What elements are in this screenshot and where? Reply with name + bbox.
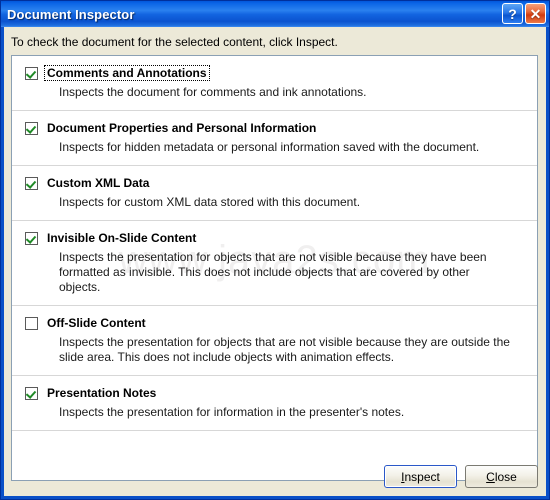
list-item[interactable]: Custom XML Data Inspects for custom XML …	[12, 166, 537, 221]
close-icon[interactable]: ✕	[525, 3, 546, 24]
page-title: Document Inspector	[7, 6, 135, 22]
list-item-header: Document Properties and Personal Informa…	[25, 121, 525, 135]
list-item-description: Inspects the presentation for objects th…	[59, 335, 510, 364]
document-inspector-dialog: Document Inspector ? ✕ To check the docu…	[0, 0, 550, 500]
close-label-rest: lose	[494, 469, 517, 484]
list-item-header: Presentation Notes	[25, 386, 525, 400]
checkbox-document-properties-and-personal-information[interactable]	[25, 122, 38, 135]
inspect-button-label: Inspect	[401, 470, 440, 484]
list-item-header: Custom XML Data	[25, 176, 525, 190]
inspect-button[interactable]: Inspect	[384, 465, 457, 488]
list-item-title[interactable]: Document Properties and Personal Informa…	[45, 121, 318, 135]
inspector-items-panel: www.java2s.com Comments and Annotations …	[11, 55, 538, 481]
close-accelerator: C	[486, 469, 495, 484]
list-item[interactable]: Invisible On-Slide Content Inspects the …	[12, 221, 537, 306]
inspect-label-rest: nspect	[404, 469, 440, 484]
checkbox-off-slide-content[interactable]	[25, 317, 38, 330]
checkbox-comments-and-annotations[interactable]	[25, 67, 38, 80]
title-bar[interactable]: Document Inspector ? ✕	[1, 1, 549, 27]
dialog-body: To check the document for the selected c…	[1, 27, 549, 499]
close-button-label: Close	[486, 470, 517, 484]
instruction-text: To check the document for the selected c…	[11, 35, 338, 49]
list-item[interactable]: Document Properties and Personal Informa…	[12, 111, 537, 166]
list-item-header: Comments and Annotations	[25, 65, 525, 81]
checkbox-invisible-on-slide-content[interactable]	[25, 232, 38, 245]
list-item[interactable]: Comments and Annotations Inspects the do…	[12, 56, 537, 111]
list-item-header: Invisible On-Slide Content	[25, 231, 525, 245]
list-item-title[interactable]: Presentation Notes	[45, 386, 158, 400]
list-item-description: Inspects the presentation for informatio…	[59, 405, 405, 419]
close-button[interactable]: Close	[465, 465, 538, 488]
help-icon[interactable]: ?	[502, 3, 523, 24]
list-item[interactable]: Off-Slide Content Inspects the presentat…	[12, 306, 537, 376]
list-item-description: Inspects for custom XML data stored with…	[59, 195, 361, 209]
inspector-items-list: Comments and Annotations Inspects the do…	[12, 56, 537, 431]
list-item-header: Off-Slide Content	[25, 316, 525, 330]
list-item-description: Inspects for hidden metadata or personal…	[59, 140, 480, 154]
checkbox-presentation-notes[interactable]	[25, 387, 38, 400]
list-item-title[interactable]: Comments and Annotations	[44, 65, 210, 81]
list-item[interactable]: Presentation Notes Inspects the presenta…	[12, 376, 537, 431]
list-item-title[interactable]: Custom XML Data	[45, 176, 151, 190]
checkbox-custom-xml-data[interactable]	[25, 177, 38, 190]
dialog-footer: Inspect Close	[384, 465, 538, 488]
title-bar-buttons: ? ✕	[502, 3, 546, 24]
list-item-description: Inspects the document for comments and i…	[59, 85, 367, 99]
list-item-title[interactable]: Off-Slide Content	[45, 316, 148, 330]
list-item-description: Inspects the presentation for objects th…	[59, 250, 487, 294]
list-item-title[interactable]: Invisible On-Slide Content	[45, 231, 198, 245]
